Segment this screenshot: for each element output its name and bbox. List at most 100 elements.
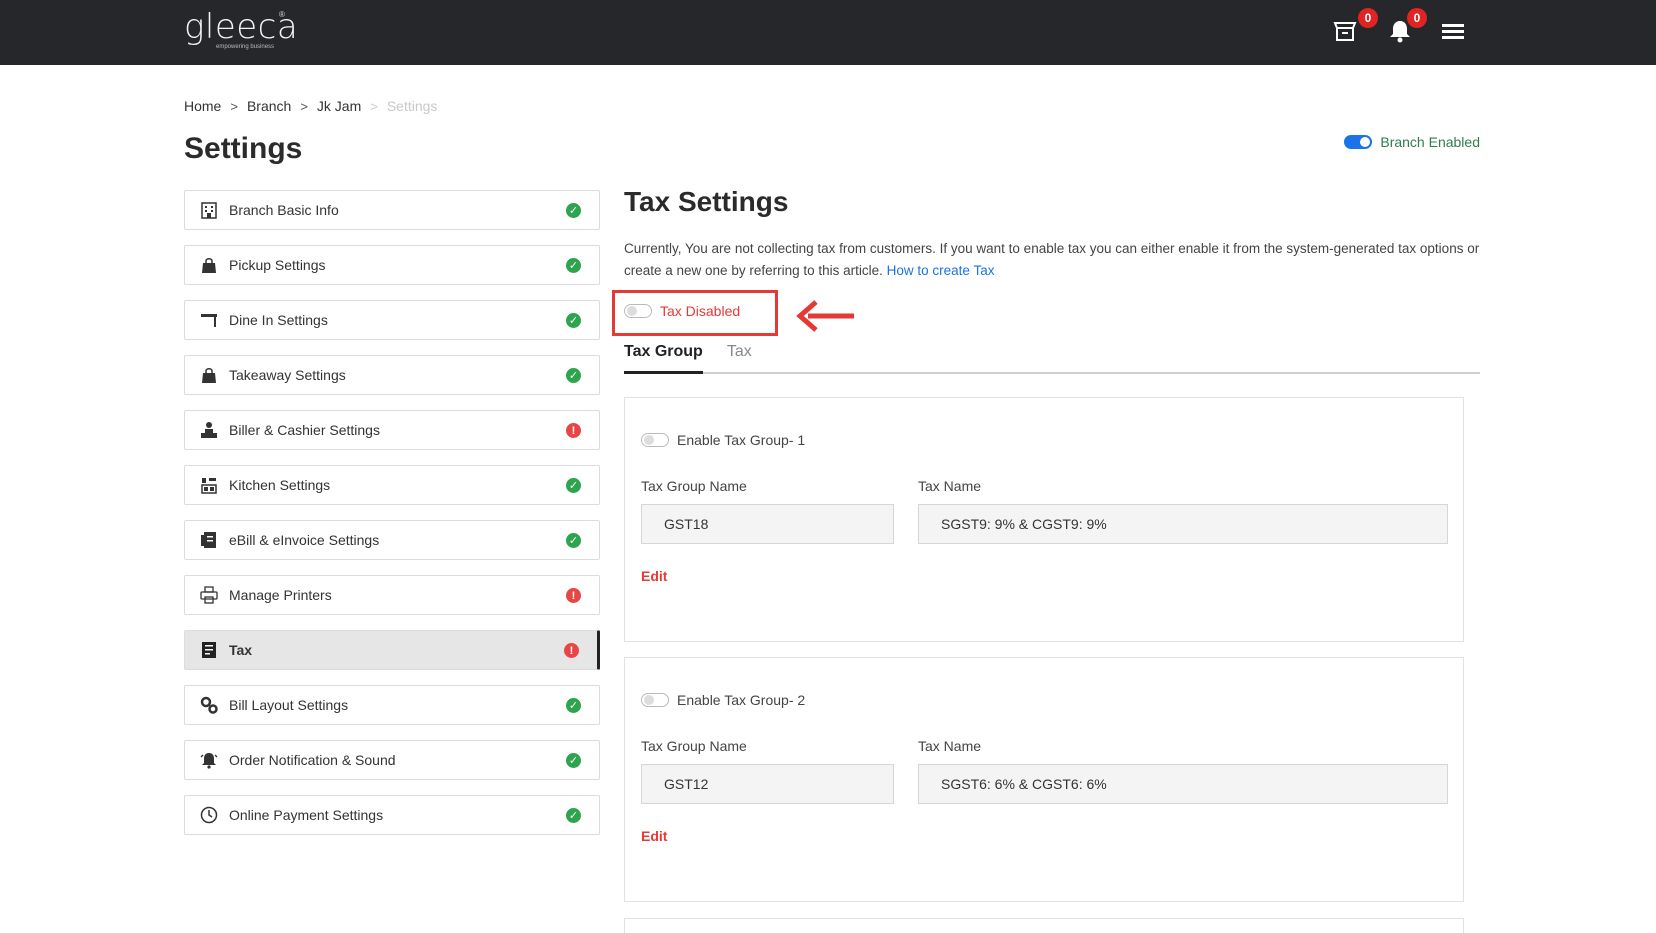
status-warning-icon: !: [564, 643, 579, 658]
notification-count-badge: 0: [1407, 8, 1427, 28]
sidebar-item-label: Kitchen Settings: [229, 477, 331, 493]
sidebar-item-label: Pickup Settings: [229, 257, 326, 273]
invoice-icon: [199, 530, 219, 550]
tax-name-field[interactable]: SGST6: 6% & CGST6: 6%: [918, 764, 1448, 804]
breadcrumb: Home > Branch > Jk Jam > Settings: [184, 98, 437, 114]
tax-tabs: Tax Group Tax: [624, 343, 1480, 374]
breadcrumb-home[interactable]: Home: [184, 98, 221, 114]
shopping-bag-icon: [199, 365, 219, 385]
sidebar-item-label: Branch Basic Info: [229, 202, 339, 218]
status-ok-icon: ✓: [566, 478, 581, 493]
status-ok-icon: ✓: [566, 808, 581, 823]
sidebar-item-label: eBill & eInvoice Settings: [229, 532, 380, 548]
enable-tax-group-toggle[interactable]: Enable Tax Group- 2: [641, 692, 805, 708]
breadcrumb-settings: Settings: [386, 98, 438, 114]
tax-settings-panel: Tax Settings Currently, You are not coll…: [624, 186, 1480, 282]
enable-tax-group-label: Enable Tax Group- 2: [677, 692, 806, 708]
tax-group-name-label: Tax Group Name: [641, 738, 747, 754]
logo-tagline: empowering business: [216, 44, 275, 50]
menu-icon[interactable]: [1440, 18, 1466, 44]
kitchen-icon: [199, 475, 219, 495]
sidebar-item-label: Tax: [229, 642, 253, 658]
sidebar-item-label: Takeaway Settings: [229, 367, 346, 383]
tax-group-name-label: Tax Group Name: [641, 478, 747, 494]
branch-enabled-toggle[interactable]: Branch Enabled: [1344, 134, 1480, 150]
building-icon: [199, 200, 219, 220]
sidebar-item-biller-cashier-settings[interactable]: Biller & Cashier Settings !: [184, 410, 600, 450]
tax-group-card-partial: [624, 918, 1464, 933]
breadcrumb-separator: >: [370, 98, 378, 114]
tax-group-card: Enable Tax Group- 1 Tax Group Name Tax N…: [624, 397, 1464, 642]
tab-tax-group[interactable]: Tax Group: [624, 343, 703, 374]
breadcrumb-jk-jam[interactable]: Jk Jam: [317, 98, 361, 114]
clock-icon: [199, 805, 219, 825]
sidebar-item-bill-layout-settings[interactable]: Bill Layout Settings ✓: [184, 685, 600, 725]
sidebar-item-label: Biller & Cashier Settings: [229, 422, 380, 438]
shopping-bag-icon: [199, 255, 219, 275]
branch-enabled-label: Branch Enabled: [1380, 134, 1480, 150]
logo-registered-mark: ®: [279, 10, 285, 19]
tax-description-text: Currently, You are not collecting tax fr…: [624, 241, 1480, 278]
sidebar-item-label: Order Notification & Sound: [229, 752, 396, 768]
printer-icon: [199, 585, 219, 605]
store-icon[interactable]: [1332, 18, 1358, 44]
status-warning-icon: !: [566, 423, 581, 438]
edit-tax-group-link[interactable]: Edit: [641, 828, 667, 844]
tax-toggle-label: Tax Disabled: [660, 303, 741, 319]
tax-group-name-field[interactable]: GST12: [641, 764, 894, 804]
status-ok-icon: ✓: [566, 203, 581, 218]
cart-count-badge: 0: [1358, 8, 1378, 28]
sidebar-item-manage-printers[interactable]: Manage Printers !: [184, 575, 600, 615]
breadcrumb-separator: >: [300, 98, 308, 114]
sidebar-item-branch-basic-info[interactable]: Branch Basic Info ✓: [184, 190, 600, 230]
page-title: Settings: [184, 132, 303, 165]
table-icon: [199, 310, 219, 330]
toggle-switch-off[interactable]: [641, 433, 669, 447]
tax-name-label: Tax Name: [918, 738, 982, 754]
tax-group-card: Enable Tax Group- 2 Tax Group Name Tax N…: [624, 657, 1464, 902]
settings-sidebar: Branch Basic Info ✓ Pickup Settings ✓ Di…: [184, 190, 600, 850]
breadcrumb-branch[interactable]: Branch: [247, 98, 291, 114]
tax-name-label: Tax Name: [918, 478, 982, 494]
edit-tax-group-link[interactable]: Edit: [641, 568, 667, 584]
tax-enable-toggle[interactable]: Tax Disabled: [624, 303, 740, 319]
sidebar-item-order-notification-sound[interactable]: Order Notification & Sound ✓: [184, 740, 600, 780]
gleeca-logo[interactable]: gleeca ® empowering business: [184, 10, 298, 50]
status-ok-icon: ✓: [566, 698, 581, 713]
status-ok-icon: ✓: [566, 258, 581, 273]
sidebar-item-ebill-einvoice-settings[interactable]: eBill & eInvoice Settings ✓: [184, 520, 600, 560]
annotation-arrow-icon: [792, 296, 856, 341]
top-navbar: gleeca ® empowering business 0 0: [0, 0, 1656, 65]
sidebar-item-dine-in-settings[interactable]: Dine In Settings ✓: [184, 300, 600, 340]
sidebar-item-tax[interactable]: Tax !: [184, 630, 600, 670]
tax-name-field[interactable]: SGST9: 9% & CGST9: 9%: [918, 504, 1448, 544]
sidebar-item-pickup-settings[interactable]: Pickup Settings ✓: [184, 245, 600, 285]
sidebar-item-online-payment-settings[interactable]: Online Payment Settings ✓: [184, 795, 600, 835]
sidebar-item-label: Dine In Settings: [229, 312, 328, 328]
enable-tax-group-toggle[interactable]: Enable Tax Group- 1: [641, 432, 805, 448]
sidebar-item-takeaway-settings[interactable]: Takeaway Settings ✓: [184, 355, 600, 395]
tax-receipt-icon: [199, 640, 219, 660]
gears-icon: [199, 695, 219, 715]
enable-tax-group-label: Enable Tax Group- 1: [677, 432, 806, 448]
status-ok-icon: ✓: [566, 753, 581, 768]
sidebar-item-kitchen-settings[interactable]: Kitchen Settings ✓: [184, 465, 600, 505]
status-ok-icon: ✓: [566, 313, 581, 328]
sidebar-item-label: Online Payment Settings: [229, 807, 384, 823]
status-warning-icon: !: [566, 588, 581, 603]
tax-settings-title: Tax Settings: [624, 186, 789, 217]
tax-group-name-field[interactable]: GST18: [641, 504, 894, 544]
status-ok-icon: ✓: [566, 368, 581, 383]
breadcrumb-separator: >: [230, 98, 238, 114]
toggle-switch-on[interactable]: [1344, 135, 1373, 149]
toggle-switch-off[interactable]: [624, 304, 652, 318]
cashier-icon: [199, 420, 219, 440]
status-ok-icon: ✓: [566, 533, 581, 548]
sidebar-item-label: Manage Printers: [229, 587, 332, 603]
toggle-switch-off[interactable]: [641, 693, 669, 707]
bell-ring-icon: [199, 750, 219, 770]
tab-tax[interactable]: Tax: [727, 343, 752, 372]
tax-description: Currently, You are not collecting tax fr…: [624, 238, 1480, 282]
how-to-create-tax-link[interactable]: How to create Tax: [887, 263, 995, 278]
sidebar-item-label: Bill Layout Settings: [229, 697, 349, 713]
